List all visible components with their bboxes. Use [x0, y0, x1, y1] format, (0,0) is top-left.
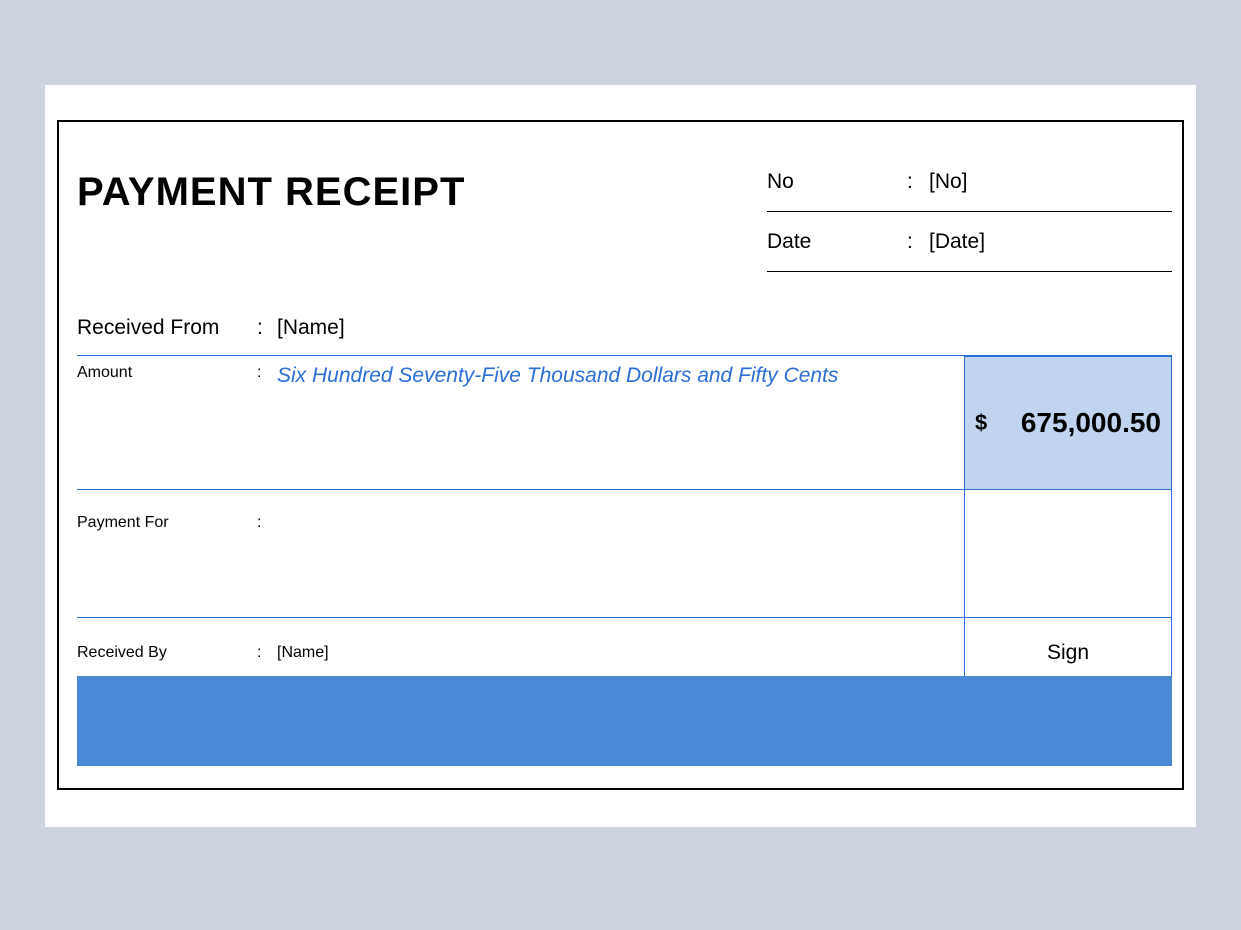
receipt-title: PAYMENT RECEIPT — [59, 152, 767, 272]
payment-for-left: Payment For : — [77, 490, 960, 617]
meta-row-no: No : [No] — [767, 152, 1172, 212]
amount-left: Amount : Six Hundred Seventy-Five Thousa… — [77, 356, 960, 489]
received-by-label: Received By — [77, 644, 257, 662]
colon: : — [907, 230, 929, 254]
amount-section: Amount : Six Hundred Seventy-Five Thousa… — [77, 356, 1172, 490]
meta-box: No : [No] Date : [Date] — [767, 152, 1172, 272]
amount-box: $ 675,000.50 — [964, 356, 1172, 489]
colon: : — [907, 170, 929, 194]
colon: : — [257, 358, 277, 489]
date-label: Date — [767, 230, 907, 254]
payment-for-section: Payment For : — [77, 490, 1172, 618]
received-from-row: Received From : [Name] — [77, 300, 1172, 356]
received-from-label: Received From — [77, 316, 257, 340]
no-label: No — [767, 170, 907, 194]
meta-row-date: Date : [Date] — [767, 212, 1172, 272]
sign-label: Sign — [1047, 641, 1089, 665]
document-page: PAYMENT RECEIPT No : [No] Date : [Date] … — [45, 85, 1196, 827]
colon: : — [257, 316, 277, 340]
colon: : — [257, 508, 277, 617]
received-from-value: [Name] — [277, 316, 1172, 340]
receipt-container: PAYMENT RECEIPT No : [No] Date : [Date] … — [57, 120, 1184, 790]
payment-for-label: Payment For — [77, 508, 257, 617]
header-area: PAYMENT RECEIPT No : [No] Date : [Date] — [59, 122, 1182, 272]
amount-value: 675,000.50 — [987, 407, 1161, 439]
currency-symbol: $ — [975, 410, 987, 436]
payment-for-value — [277, 508, 960, 617]
amount-words: Six Hundred Seventy-Five Thousand Dollar… — [277, 358, 960, 489]
body-area: Received From : [Name] Amount : Six Hund… — [59, 272, 1182, 688]
amount-label: Amount — [77, 358, 257, 489]
colon: : — [257, 644, 277, 662]
signature-box — [964, 490, 1172, 617]
footer-bar — [77, 676, 1172, 766]
no-value: [No] — [929, 170, 1172, 194]
received-by-value: [Name] — [277, 644, 960, 662]
date-value: [Date] — [929, 230, 1172, 254]
